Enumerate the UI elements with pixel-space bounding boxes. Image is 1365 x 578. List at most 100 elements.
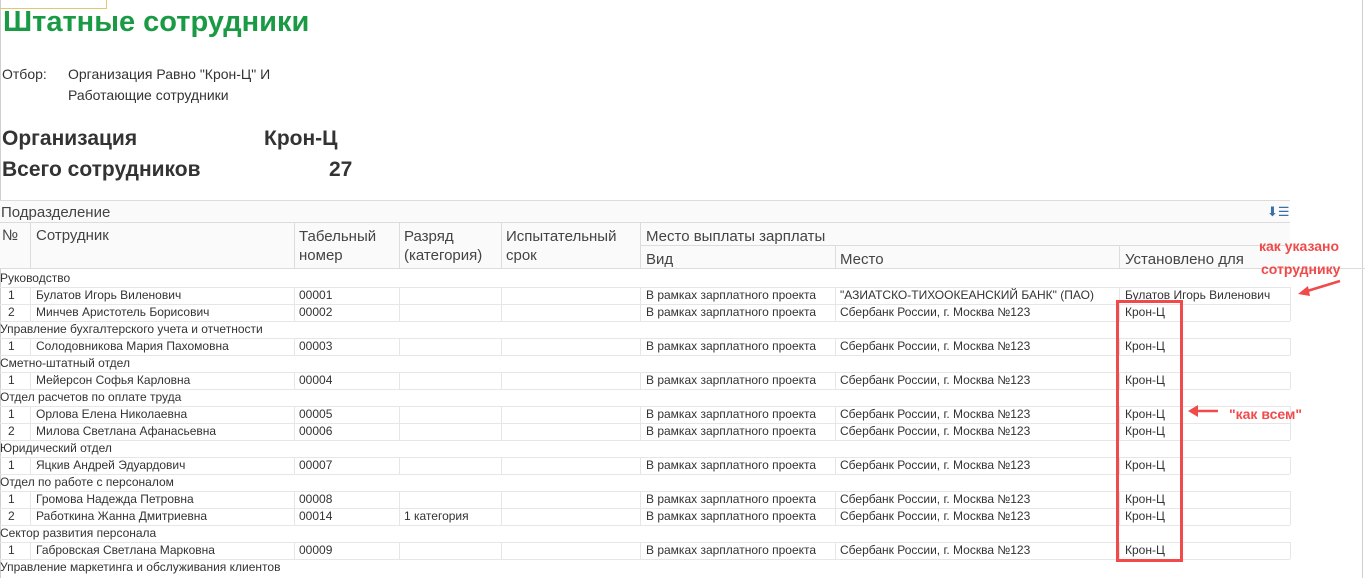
cell-kind[interactable]: В рамках зарплатного проекта [646,508,816,525]
cell-kind[interactable]: В рамках зарплатного проекта [646,338,816,355]
cell-kind[interactable]: В рамках зарплатного проекта [646,372,816,389]
total-employees-label: Всего сотрудников [2,158,201,181]
group-row-title[interactable]: Сметно-штатный отдел [0,355,130,372]
cell-place[interactable]: Сбербанк России, г. Москва №123 [840,338,1030,355]
cell-place[interactable]: Сбербанк России, г. Москва №123 [840,508,1030,525]
row-col-sep [294,457,295,474]
row-col-sep [835,406,836,423]
row-col-sep [30,508,31,525]
cell-number[interactable]: 2 [8,304,15,321]
row-right-border [1290,372,1291,389]
row-col-sep [501,304,502,321]
group-row-title[interactable]: Отдел по работе с персоналом [0,474,174,491]
cell-number[interactable]: 1 [8,406,15,423]
cell-number[interactable]: 2 [8,423,15,440]
cell-place[interactable]: Сбербанк России, г. Москва №123 [840,423,1030,440]
header-set-for[interactable]: Установлено для [1125,250,1244,269]
cell-employee[interactable]: Орлова Елена Николаевна [36,406,187,423]
group-row-title[interactable]: Отдел расчетов по оплате труда [0,389,181,406]
header-probation-line2[interactable]: срок [506,246,537,265]
cell-number[interactable]: 1 [8,491,15,508]
header-col-sep-kind [835,245,836,268]
cell-tab-number[interactable]: 00005 [299,406,332,423]
cell-number[interactable]: 1 [8,457,15,474]
row-col-sep [30,457,31,474]
row-col-sep [501,406,502,423]
header-number[interactable]: № [2,226,18,245]
cell-kind[interactable]: В рамках зарплатного проекта [646,287,816,304]
sort-descending-icon[interactable]: ⬇☰ [1267,204,1290,220]
cell-grade[interactable]: 1 категория [404,508,469,525]
row-col-sep [835,542,836,559]
group-row-title[interactable]: Юридический отдел [0,440,112,457]
cell-tab-number[interactable]: 00014 [299,508,332,525]
cell-employee[interactable]: Яцкив Андрей Эдуардович [36,457,185,474]
cell-tab-number[interactable]: 00001 [299,287,332,304]
row-border [0,372,1290,373]
row-col-sep [501,491,502,508]
cell-kind[interactable]: В рамках зарплатного проекта [646,542,816,559]
organization-label: Организация [2,127,138,150]
header-tab-number-line1[interactable]: Табельный [299,227,376,246]
header-grade-line1[interactable]: Разряд [404,227,454,246]
cell-kind[interactable]: В рамках зарплатного проекта [646,406,816,423]
cell-employee[interactable]: Булатов Игорь Виленович [36,287,181,304]
cell-kind[interactable]: В рамках зарплатного проекта [646,423,816,440]
group-row-title[interactable]: Управление бухгалтерского учета и отчетн… [0,321,263,338]
row-col-sep [399,542,400,559]
cell-employee[interactable]: Габровская Светлана Марковна [36,542,215,559]
cell-employee[interactable]: Работкина Жанна Дмитриевна [36,508,207,525]
cell-kind[interactable]: В рамках зарплатного проекта [646,491,816,508]
cell-employee[interactable]: Милова Светлана Афанасьевна [36,423,216,440]
header-tab-number-line2[interactable]: номер [299,246,343,265]
cell-tab-number[interactable]: 00008 [299,491,332,508]
cell-employee[interactable]: Мейерсон Софья Карловна [36,372,190,389]
row-col-sep [640,542,641,559]
group-row-title[interactable]: Руководство [0,270,70,287]
cell-place[interactable]: Сбербанк России, г. Москва №123 [840,542,1030,559]
row-border [0,406,1290,407]
row-col-sep [294,338,295,355]
header-probation-line1[interactable]: Испытательный [506,227,616,246]
cell-employee[interactable]: Минчев Аристотель Борисович [36,304,209,321]
cell-tab-number[interactable]: 00003 [299,338,332,355]
row-col-sep [30,423,31,440]
cell-tab-number[interactable]: 00009 [299,542,332,559]
group-row-title[interactable]: Управление маркетинга и обслуживания кли… [0,559,280,576]
header-col-sep-tab [399,222,400,268]
cell-place[interactable]: Сбербанк России, г. Москва №123 [840,406,1030,423]
cell-place[interactable]: Сбербанк России, г. Москва №123 [840,457,1030,474]
cell-tab-number[interactable]: 00006 [299,423,332,440]
row-col-sep [640,491,641,508]
row-col-sep [501,457,502,474]
header-payment-place[interactable]: Место выплаты зарплаты [646,227,825,246]
header-division[interactable]: Подразделение [1,203,110,222]
cell-tab-number[interactable]: 00002 [299,304,332,321]
cell-tab-number[interactable]: 00007 [299,457,332,474]
cell-number[interactable]: 1 [8,372,15,389]
row-col-sep [501,287,502,304]
cell-number[interactable]: 1 [8,542,15,559]
cell-kind[interactable]: В рамках зарплатного проекта [646,457,816,474]
cell-place[interactable]: Сбербанк России, г. Москва №123 [840,372,1030,389]
group-row-title[interactable]: Сектор развития персонала [0,525,156,542]
row-col-sep [501,338,502,355]
cell-tab-number[interactable]: 00004 [299,372,332,389]
header-grade-line2[interactable]: (категория) [404,246,482,265]
cell-place[interactable]: Сбербанк России, г. Москва №123 [840,491,1030,508]
header-employee[interactable]: Сотрудник [36,226,109,245]
cell-kind[interactable]: В рамках зарплатного проекта [646,304,816,321]
row-col-sep [399,508,400,525]
cell-place[interactable]: "АЗИАТСКО-ТИХООКЕАНСКИЙ БАНК" (ПАО) [840,287,1094,304]
row-col-sep [399,372,400,389]
header-place[interactable]: Место [840,250,884,269]
cell-employee[interactable]: Громова Надежда Петровна [36,491,194,508]
cell-number[interactable]: 1 [8,338,15,355]
header-kind[interactable]: Вид [646,250,673,269]
highlight-box [1116,300,1183,562]
cell-place[interactable]: Сбербанк России, г. Москва №123 [840,304,1030,321]
cell-number[interactable]: 2 [8,508,15,525]
cell-number[interactable]: 1 [8,287,15,304]
cell-employee[interactable]: Солодовникова Мария Пахомовна [36,338,229,355]
row-col-sep [835,304,836,321]
